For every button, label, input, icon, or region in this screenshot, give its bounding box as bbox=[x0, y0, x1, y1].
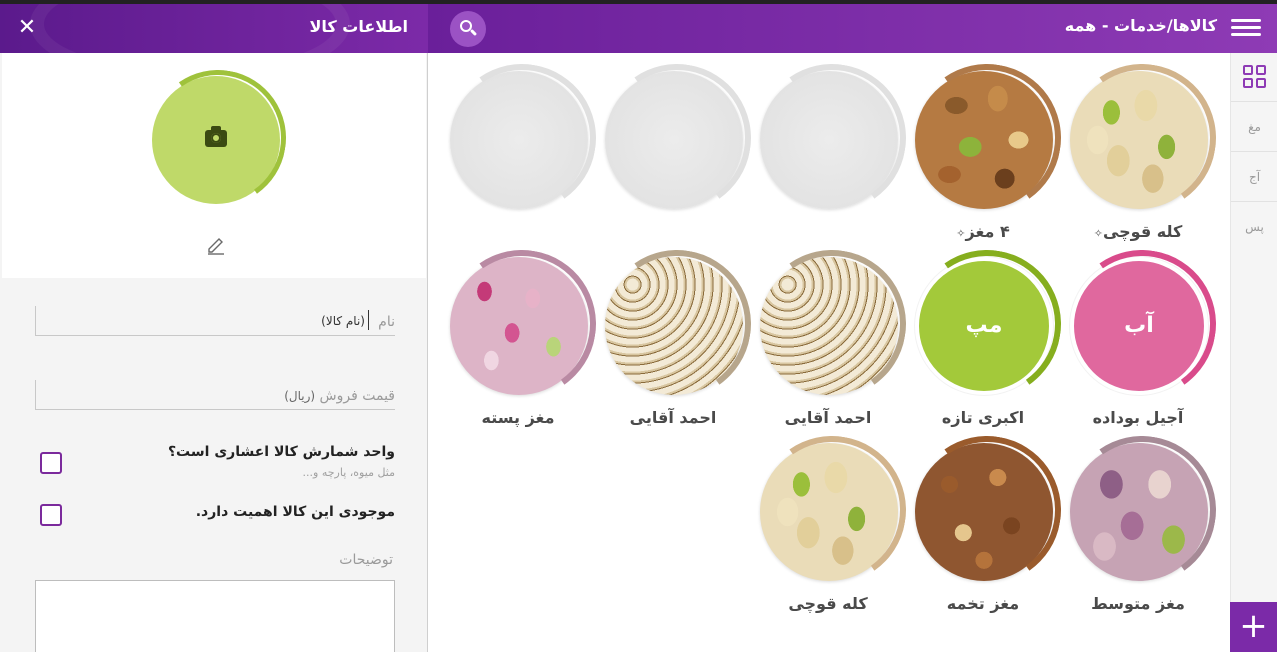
pin-icon: ✧ bbox=[1093, 227, 1103, 240]
product-name: احمد آقایی bbox=[784, 408, 872, 427]
tile-progress-ring bbox=[1056, 424, 1228, 596]
product-tile[interactable]: مپ اکبری تازه bbox=[901, 238, 1073, 440]
product-tile[interactable]: کله قوچی✧ bbox=[1056, 52, 1228, 254]
field-edge bbox=[35, 380, 36, 410]
product-tile[interactable]: احمد آقایی bbox=[591, 238, 763, 440]
product-name: ۴ مغز✧ bbox=[956, 222, 1010, 241]
tile-progress-ring bbox=[436, 52, 608, 224]
tile-progress-ring bbox=[746, 52, 918, 224]
tile-progress-ring bbox=[591, 238, 763, 410]
app-root: اطلاعات کالا ✕ نام (نام کالا) قیمت فروش … bbox=[0, 0, 1277, 652]
product-tile[interactable]: مغز تخمه bbox=[901, 424, 1073, 626]
product-tile[interactable]: مغز پسته bbox=[436, 238, 608, 440]
products-main: کالاها/خدمات - همه کله قوچی✧ ۴ مغز✧ آب آجیل… bbox=[428, 4, 1277, 652]
panel-header: اطلاعات کالا ✕ bbox=[0, 4, 428, 53]
stock-row: موجودی این کالا اهمیت دارد. bbox=[35, 504, 395, 534]
product-form: نام (نام کالا) قیمت فروش (ریال) واحد شما… bbox=[2, 278, 426, 652]
product-name: مغز تخمه bbox=[946, 594, 1020, 613]
grid-view-icon[interactable] bbox=[1243, 65, 1267, 89]
product-image-area bbox=[2, 53, 426, 278]
decimal-checkbox[interactable] bbox=[40, 452, 62, 474]
product-name: مغز پسته bbox=[481, 408, 555, 427]
tile-progress-ring bbox=[901, 52, 1073, 224]
product-tile[interactable]: کله قوچی bbox=[746, 424, 918, 626]
empty-item-slot[interactable] bbox=[436, 52, 608, 254]
name-label: نام bbox=[378, 314, 395, 330]
text-caret bbox=[368, 310, 369, 330]
tile-progress-ring bbox=[591, 52, 763, 224]
tile-progress-ring bbox=[1056, 52, 1228, 224]
avatar-progress-ring bbox=[139, 59, 297, 217]
search-button[interactable] bbox=[450, 11, 486, 47]
product-tile[interactable]: ۴ مغز✧ bbox=[901, 52, 1073, 254]
panel-title: اطلاعات کالا bbox=[309, 17, 408, 36]
description-textarea[interactable] bbox=[35, 580, 395, 652]
add-item-button[interactable]: + bbox=[1230, 602, 1277, 652]
empty-item-slot[interactable] bbox=[746, 52, 918, 254]
hamburger-menu-icon[interactable] bbox=[1231, 18, 1261, 38]
category-tab-3[interactable]: پس bbox=[1231, 201, 1277, 251]
field-edge bbox=[35, 306, 36, 336]
pin-icon: ✧ bbox=[956, 227, 966, 240]
price-label: قیمت فروش (ریال) bbox=[284, 388, 395, 404]
price-field[interactable]: قیمت فروش (ریال) bbox=[35, 380, 395, 410]
tile-progress-ring bbox=[746, 238, 918, 410]
pencil-icon[interactable] bbox=[205, 233, 227, 255]
name-value: (نام کالا) bbox=[321, 314, 365, 328]
tile-progress-ring bbox=[901, 424, 1073, 596]
product-name: آجیل بوداده bbox=[1092, 408, 1184, 427]
product-name: احمد آقایی bbox=[629, 408, 717, 427]
product-name: کله قوچی✧ bbox=[1093, 222, 1183, 241]
category-sidebar: مغ آج پس + bbox=[1230, 53, 1277, 652]
main-header: کالاها/خدمات - همه bbox=[428, 4, 1277, 53]
page-title: کالاها/خدمات - همه bbox=[1064, 16, 1217, 35]
empty-item-slot[interactable] bbox=[591, 52, 763, 254]
product-name: کله قوچی bbox=[788, 594, 868, 613]
price-unit: (ریال) bbox=[284, 389, 316, 403]
product-tile[interactable]: احمد آقایی bbox=[746, 238, 918, 440]
product-name: اکبری تازه bbox=[941, 408, 1025, 427]
decimal-unit-row: واحد شمارش کالا اعشاری است؟ مثل میوه، پا… bbox=[35, 444, 395, 484]
product-avatar[interactable] bbox=[139, 59, 297, 217]
product-tile[interactable]: آب آجیل بوداده bbox=[1056, 238, 1228, 440]
close-button[interactable]: ✕ bbox=[14, 15, 40, 41]
product-tile[interactable]: مغز متوسط bbox=[1056, 424, 1228, 626]
category-tab-1[interactable]: مغ bbox=[1231, 101, 1277, 151]
header-decoration bbox=[30, 4, 350, 53]
category-tab-2[interactable]: آج bbox=[1231, 151, 1277, 201]
tile-progress-ring bbox=[746, 424, 918, 596]
stock-question: موجودی این کالا اهمیت دارد. bbox=[195, 504, 395, 520]
product-info-panel: اطلاعات کالا ✕ نام (نام کالا) قیمت فروش … bbox=[0, 4, 428, 652]
decimal-hint: مثل میوه، پارچه و... bbox=[302, 466, 395, 479]
stock-checkbox[interactable] bbox=[40, 504, 62, 526]
decimal-question: واحد شمارش کالا اعشاری است؟ bbox=[167, 444, 395, 460]
description-label: توضیحات bbox=[339, 552, 393, 568]
tile-progress-ring bbox=[436, 238, 608, 410]
product-name: مغز متوسط bbox=[1091, 594, 1185, 613]
name-field[interactable]: نام (نام کالا) bbox=[35, 306, 395, 336]
